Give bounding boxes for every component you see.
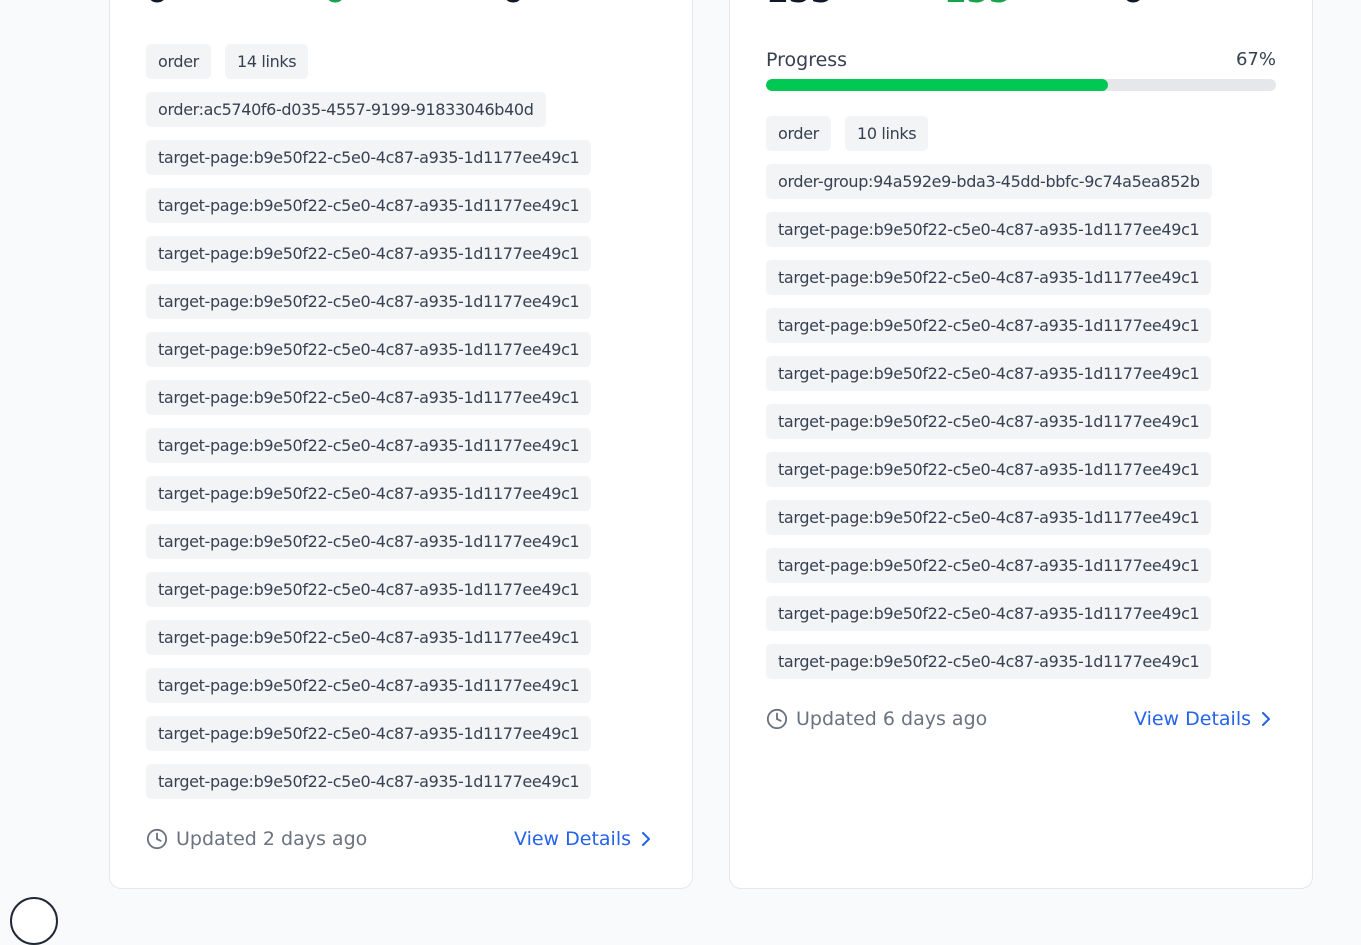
target-link-tag: target-page:b9e50f22-c5e0-4c87-a935-1d11… [146, 428, 592, 463]
chevron-right-icon [642, 832, 650, 846]
stat-success: 0 [324, 0, 346, 7]
updated-text: Updated 2 days ago [176, 828, 368, 850]
target-link-tag: target-page:b9e50f22-c5e0-4c87-a935-1d11… [766, 404, 1212, 439]
target-link-tag: target-page:b9e50f22-c5e0-4c87-a935-1d11… [146, 380, 592, 415]
target-link-tag: target-page:b9e50f22-c5e0-4c87-a935-1d11… [766, 596, 1212, 631]
id-tag: order:ac5740f6-d035-4557-9199-91833046b4… [146, 92, 546, 127]
target-link-tag: target-page:b9e50f22-c5e0-4c87-a935-1d11… [146, 764, 592, 799]
updated-text: Updated 6 days ago [796, 708, 988, 730]
link-count-tag: 14 links [225, 44, 309, 79]
link-count-tag: 10 links [845, 116, 929, 151]
type-tag: order [146, 44, 211, 79]
stat-total: 0 [146, 0, 168, 7]
updated-time: Updated 6 days ago [766, 705, 1006, 733]
view-details-label: View Details [514, 828, 631, 850]
target-link-tag: target-page:b9e50f22-c5e0-4c87-a935-1d11… [146, 620, 592, 655]
progress-fill [766, 79, 1108, 91]
order-group-card: 155 155 0 Progress 67% order 10 links or… [729, 0, 1313, 889]
stat-failed: 0 [502, 0, 524, 7]
chevron-right-icon [1262, 712, 1270, 726]
progress-label: Progress [766, 49, 848, 71]
target-link-tag: target-page:b9e50f22-c5e0-4c87-a935-1d11… [766, 212, 1212, 247]
stat-success: 155 [944, 0, 1011, 7]
view-details-link[interactable]: View Details [1134, 705, 1272, 733]
id-tag: order-group:94a592e9-bda3-45dd-bbfc-9c74… [766, 164, 1212, 199]
view-details-link[interactable]: View Details [514, 825, 652, 853]
stat-total: 155 [766, 0, 833, 7]
clock-icon [766, 708, 788, 730]
progress-value: 67% [1235, 49, 1276, 70]
target-link-tag: target-page:b9e50f22-c5e0-4c87-a935-1d11… [766, 500, 1212, 535]
target-link-tag: target-page:b9e50f22-c5e0-4c87-a935-1d11… [146, 188, 592, 223]
avatar[interactable] [10, 897, 58, 945]
target-link-tag: target-page:b9e50f22-c5e0-4c87-a935-1d11… [766, 356, 1212, 391]
target-link-tag: target-page:b9e50f22-c5e0-4c87-a935-1d11… [766, 260, 1212, 295]
target-link-tag: target-page:b9e50f22-c5e0-4c87-a935-1d11… [146, 284, 592, 319]
target-link-tag: target-page:b9e50f22-c5e0-4c87-a935-1d11… [766, 548, 1212, 583]
target-link-tag: target-page:b9e50f22-c5e0-4c87-a935-1d11… [146, 716, 592, 751]
target-link-tag: target-page:b9e50f22-c5e0-4c87-a935-1d11… [146, 332, 592, 367]
updated-time: Updated 2 days ago [146, 825, 386, 853]
target-link-tag: target-page:b9e50f22-c5e0-4c87-a935-1d11… [146, 476, 592, 511]
type-tag: order [766, 116, 831, 151]
target-link-tag: target-page:b9e50f22-c5e0-4c87-a935-1d11… [146, 140, 592, 175]
target-link-tag: target-page:b9e50f22-c5e0-4c87-a935-1d11… [146, 668, 592, 703]
stat-failed: 0 [1122, 0, 1144, 7]
order-card: 0 0 0 order 14 links order:ac5740f6-d035… [109, 0, 693, 889]
target-link-tag: target-page:b9e50f22-c5e0-4c87-a935-1d11… [146, 572, 592, 607]
clock-icon [146, 828, 168, 850]
target-link-tag: target-page:b9e50f22-c5e0-4c87-a935-1d11… [766, 644, 1212, 679]
target-link-tag: target-page:b9e50f22-c5e0-4c87-a935-1d11… [766, 452, 1212, 487]
view-details-label: View Details [1134, 708, 1251, 730]
target-link-tag: target-page:b9e50f22-c5e0-4c87-a935-1d11… [146, 236, 592, 271]
target-link-tag: target-page:b9e50f22-c5e0-4c87-a935-1d11… [146, 524, 592, 559]
progress-bar [766, 79, 1276, 91]
target-link-tag: target-page:b9e50f22-c5e0-4c87-a935-1d11… [766, 308, 1212, 343]
